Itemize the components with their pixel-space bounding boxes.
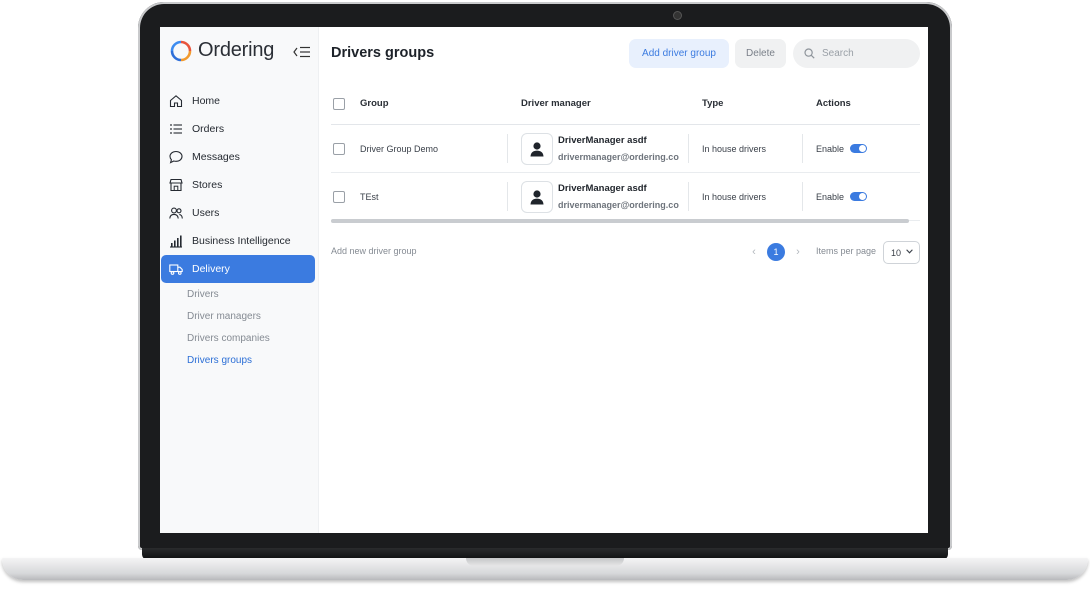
nav-item-business-intelligence[interactable]: Business Intelligence: [160, 227, 318, 255]
page-title: Drivers groups: [331, 45, 435, 61]
sidebar: Ordering Home Orders Messages Stores Use…: [160, 27, 319, 533]
delivery-subnav: Drivers Driver managers Drivers companie…: [160, 284, 318, 372]
nav-item-orders[interactable]: Orders: [160, 115, 318, 143]
column-divider: [688, 134, 689, 163]
column-divider: [507, 134, 508, 163]
nav-item-users[interactable]: Users: [160, 199, 318, 227]
enable-label: Enable: [816, 192, 845, 202]
list-icon: [170, 124, 182, 134]
bar-chart-icon: [170, 235, 182, 248]
group-type: In house drivers: [702, 144, 767, 154]
app-logo[interactable]: Ordering: [170, 39, 274, 62]
nav-item-label: Delivery: [192, 263, 230, 275]
user-avatar-icon: [530, 142, 544, 157]
subnav-item-drivers-groups[interactable]: Drivers groups: [160, 350, 318, 372]
column-divider: [688, 182, 689, 211]
table-header: Group Driver manager Type Actions: [331, 87, 920, 125]
manager-name: DriverManager asdf: [558, 183, 647, 194]
column-header-actions: Actions: [816, 98, 851, 109]
items-per-page-select[interactable]: 10: [883, 241, 920, 264]
group-name: TEst: [360, 192, 379, 202]
horizontal-scrollbar[interactable]: [331, 219, 909, 223]
home-icon: [169, 95, 183, 108]
nav-item-label: Orders: [192, 123, 225, 135]
search-icon: [804, 48, 815, 59]
table-row[interactable]: Driver Group Demo DriverManager asdf dri…: [331, 125, 920, 173]
drivers-groups-table: Group Driver manager Type Actions Driver…: [331, 87, 920, 221]
column-divider: [802, 134, 803, 163]
manager-name: DriverManager asdf: [558, 135, 647, 146]
subnav-item-drivers-companies[interactable]: Drivers companies: [160, 328, 318, 350]
column-header-type: Type: [702, 98, 724, 109]
manager-email: drivermanager@ordering.co: [558, 152, 679, 162]
enable-toggle[interactable]: [850, 144, 867, 153]
ordering-logo-icon: [170, 40, 192, 61]
group-type: In house drivers: [702, 192, 767, 202]
subnav-item-driver-managers[interactable]: Driver managers: [160, 306, 318, 328]
previous-page-icon[interactable]: ‹: [745, 246, 763, 258]
subnav-item-drivers[interactable]: Drivers: [160, 284, 318, 306]
user-avatar-icon: [530, 190, 544, 205]
app-name: Ordering: [198, 39, 275, 61]
select-all-checkbox[interactable]: [333, 98, 345, 110]
pagination: ‹ 1 ›: [745, 243, 807, 261]
app-screen: Ordering Home Orders Messages Stores Use…: [160, 27, 928, 533]
main-content: Drivers groups Add driver group Delete G…: [331, 27, 921, 533]
enable-toggle[interactable]: [850, 192, 867, 201]
collapse-sidebar-button[interactable]: [292, 43, 312, 61]
webcam: [674, 12, 681, 19]
collapse-menu-icon: [293, 46, 310, 58]
enable-label: Enable: [816, 144, 845, 154]
add-driver-group-button[interactable]: Add driver group: [629, 39, 729, 68]
nav-item-label: Messages: [192, 151, 240, 163]
nav-item-label: Home: [192, 95, 221, 107]
row-checkbox[interactable]: [333, 143, 345, 155]
table-row[interactable]: TEst DriverManager asdf drivermanager@or…: [331, 173, 920, 221]
search-box[interactable]: [793, 39, 920, 68]
items-per-page-value: 10: [891, 247, 902, 258]
avatar: [521, 181, 553, 213]
row-checkbox[interactable]: [333, 191, 345, 203]
nav-item-home[interactable]: Home: [160, 87, 318, 115]
avatar: [521, 133, 553, 165]
items-per-page-label: Items per page: [816, 246, 877, 256]
column-divider: [507, 182, 508, 211]
column-divider: [802, 182, 803, 211]
nav-item-label: Users: [192, 207, 220, 219]
store-icon: [169, 178, 183, 192]
search-input[interactable]: [820, 47, 914, 60]
manager-email: drivermanager@ordering.co: [558, 200, 679, 210]
group-name: Driver Group Demo: [360, 144, 439, 154]
nav-item-label: Stores: [192, 179, 223, 191]
page-number-button[interactable]: 1: [767, 243, 785, 261]
main-nav: Home Orders Messages Stores Users Busine…: [160, 87, 318, 283]
column-header-driver-manager: Driver manager: [521, 98, 591, 109]
next-page-icon[interactable]: ›: [789, 246, 807, 258]
chat-bubble-icon: [169, 150, 183, 164]
nav-item-label: Business Intelligence: [192, 235, 291, 247]
laptop-opening-notch: [466, 558, 624, 566]
add-new-driver-group-link[interactable]: Add new driver group: [331, 246, 417, 256]
users-icon: [169, 207, 183, 219]
nav-item-stores[interactable]: Stores: [160, 171, 318, 199]
nav-item-messages[interactable]: Messages: [160, 143, 318, 171]
delete-button[interactable]: Delete: [735, 39, 786, 68]
column-header-group: Group: [360, 98, 389, 109]
truck-icon: [169, 264, 183, 275]
chevron-down-icon: [906, 249, 913, 254]
nav-item-delivery[interactable]: Delivery: [161, 255, 315, 283]
